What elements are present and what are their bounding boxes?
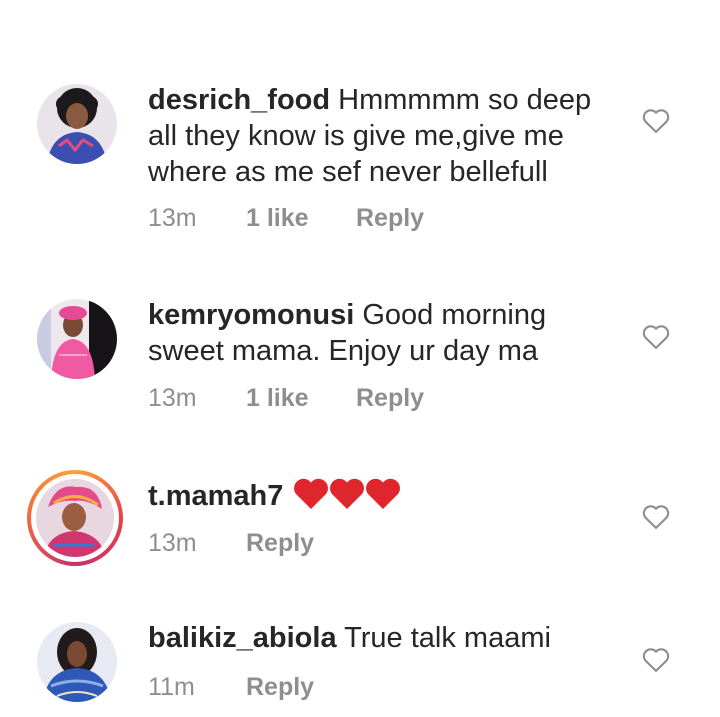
story-ring[interactable]: [27, 470, 123, 566]
comment-username[interactable]: kemryomonusi: [148, 299, 354, 331]
heart-outline-icon[interactable]: [641, 106, 671, 134]
heart-outline-icon[interactable]: [641, 322, 671, 350]
comment-username[interactable]: t.mamah7: [148, 480, 283, 512]
reply-button[interactable]: Reply: [356, 204, 424, 233]
avatar: [36, 479, 114, 557]
comment-text: desrich_food Hmmmmm so deep all they kno…: [148, 82, 618, 190]
reply-button[interactable]: Reply: [246, 673, 314, 702]
heart-outline-icon[interactable]: [641, 502, 671, 530]
avatar[interactable]: [37, 299, 117, 379]
comment-text: kemryomonusi Good morning sweet mama. En…: [148, 297, 618, 369]
comment-time: 13m: [148, 384, 197, 412]
heart-outline-icon[interactable]: [641, 645, 671, 673]
comment-meta: 11m Reply: [148, 673, 314, 702]
comment-time: 13m: [148, 529, 197, 557]
red-heart-icon: [293, 477, 401, 520]
story-ring-inner: [31, 474, 119, 562]
comment-body: True talk maami: [344, 622, 551, 654]
comment-text: balikiz_abiola True talk maami: [148, 620, 618, 656]
comment-time: 13m: [148, 204, 197, 232]
reply-button[interactable]: Reply: [246, 529, 314, 558]
comment-likes[interactable]: 1 like: [246, 384, 356, 413]
comment-username[interactable]: desrich_food: [148, 84, 330, 116]
comment-likes[interactable]: 1 like: [246, 204, 356, 233]
reply-button[interactable]: Reply: [356, 384, 424, 413]
avatar[interactable]: [37, 84, 117, 164]
comment-meta: 13m 1 like Reply: [148, 204, 424, 233]
comment-meta: 13m Reply: [148, 529, 314, 558]
avatar[interactable]: [37, 622, 117, 702]
comment-meta: 13m 1 like Reply: [148, 384, 424, 413]
comment-username[interactable]: balikiz_abiola: [148, 622, 337, 654]
comment-text: t.mamah7: [148, 477, 618, 520]
comment-time: 11m: [148, 673, 195, 701]
